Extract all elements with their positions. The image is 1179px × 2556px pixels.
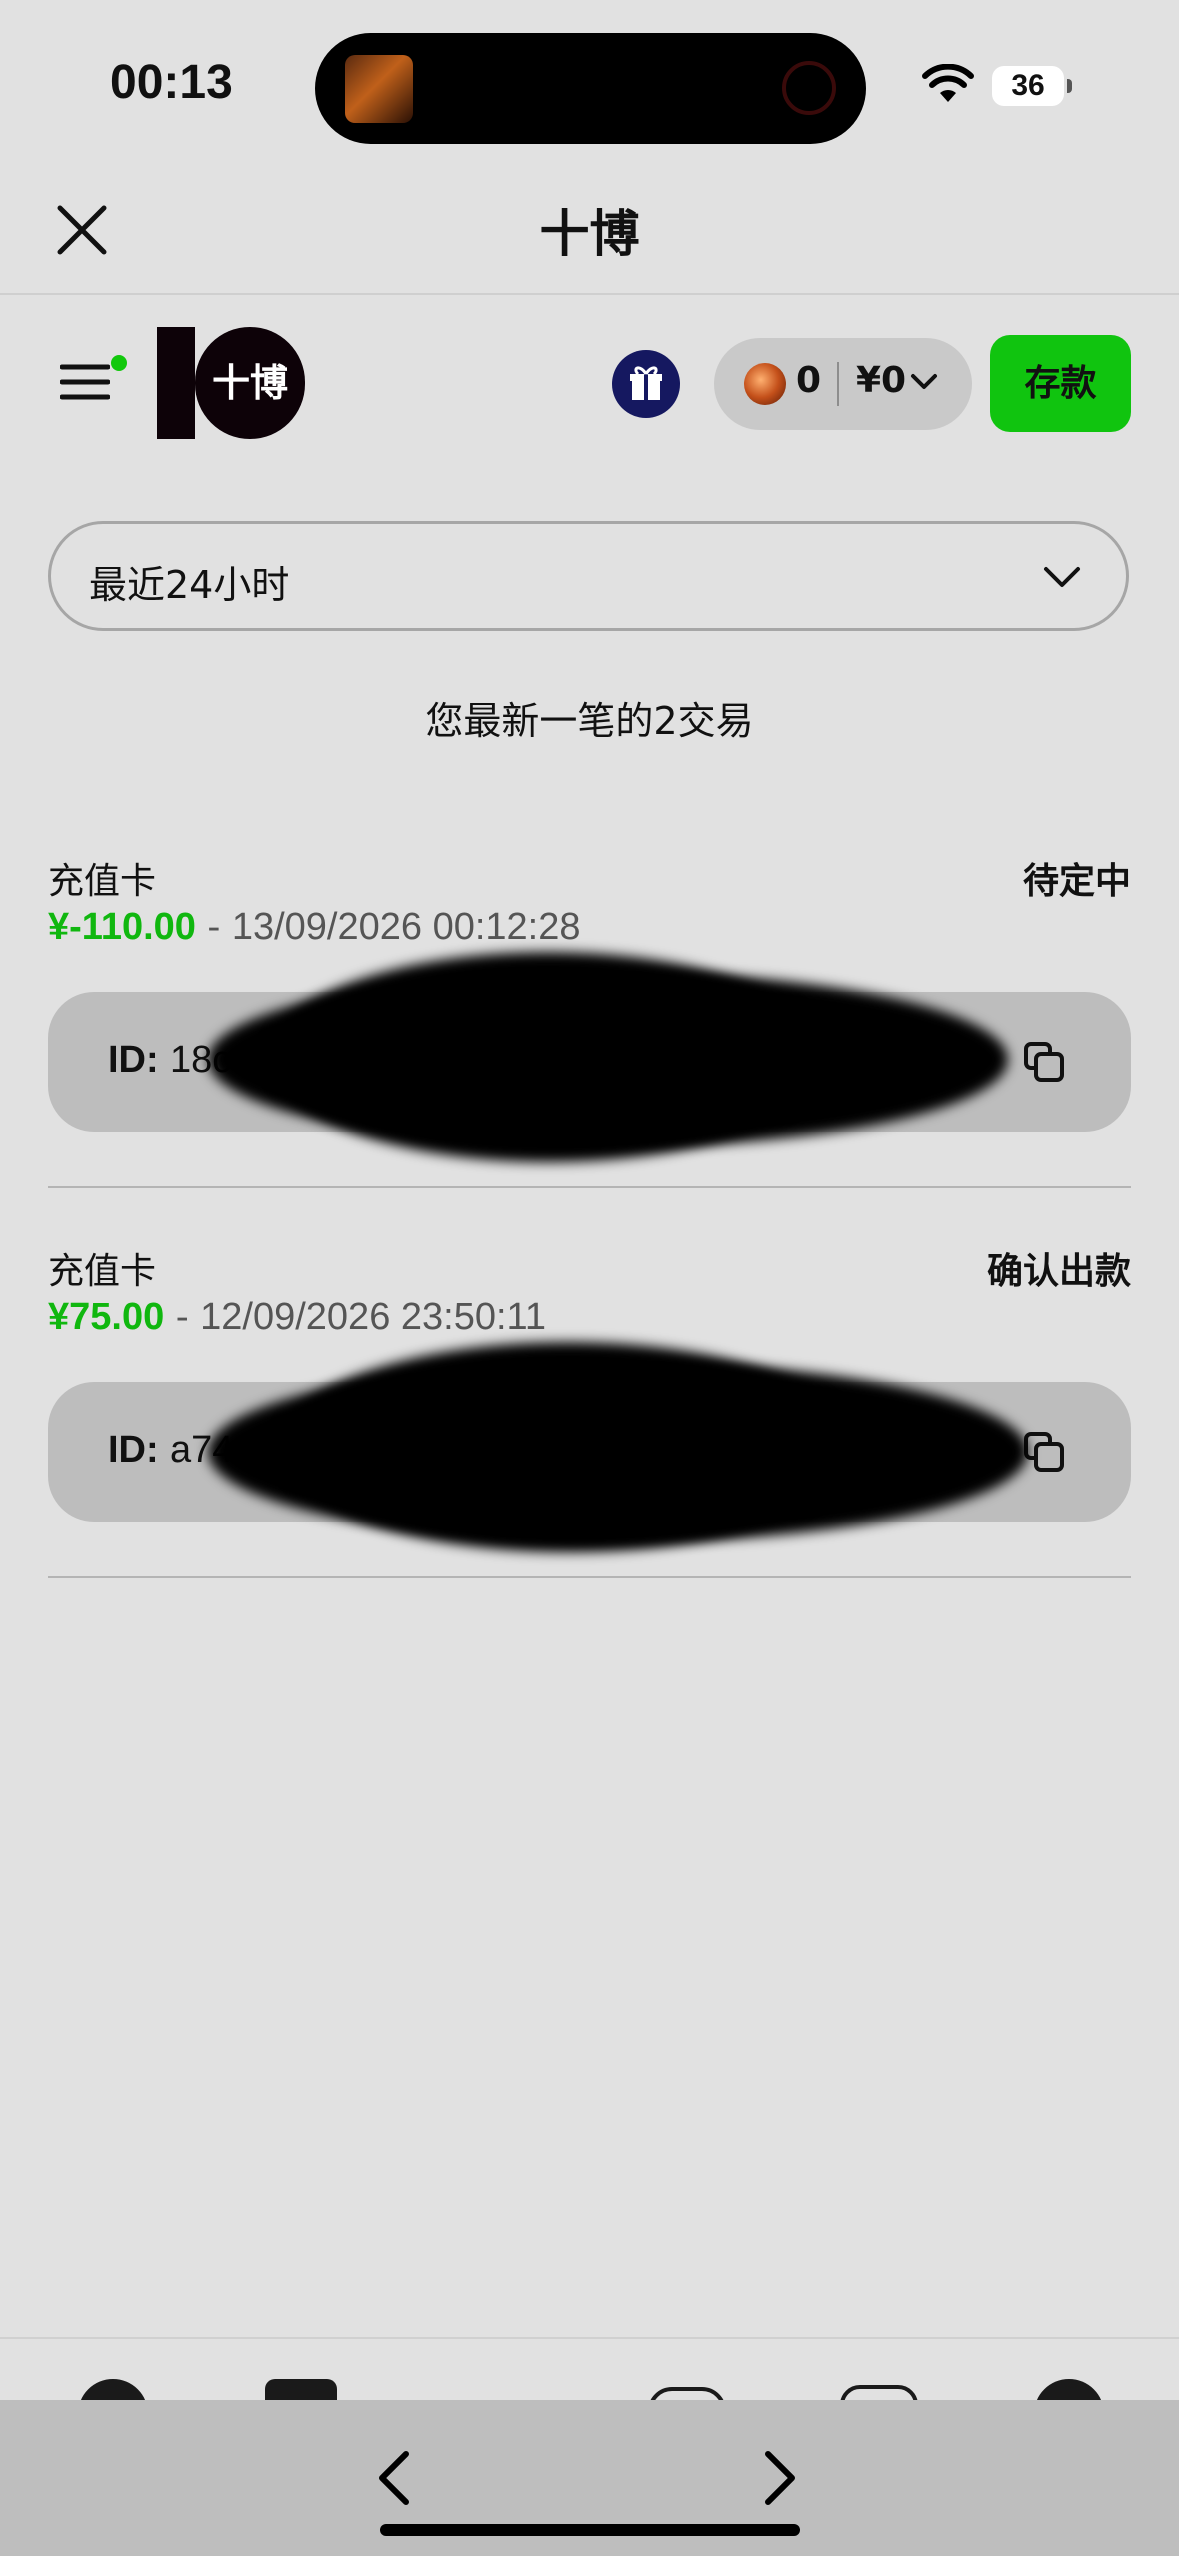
transaction-datetime: 12/09/2026 23:50:11 bbox=[200, 1296, 546, 1338]
coin-count: 0 bbox=[796, 360, 822, 401]
chevron-down-icon bbox=[911, 374, 937, 389]
page-title: 十博 bbox=[539, 205, 640, 263]
divider bbox=[48, 1576, 1131, 1578]
copy-icon[interactable] bbox=[1022, 1040, 1066, 1084]
home-indicator bbox=[380, 2524, 800, 2536]
gift-icon bbox=[630, 366, 662, 400]
divider bbox=[48, 1186, 1131, 1188]
dynamic-island bbox=[315, 33, 866, 144]
deposit-button[interactable]: 存款 bbox=[990, 335, 1131, 432]
transaction-id-label: ID: bbox=[108, 1039, 159, 1081]
browser-toolbar bbox=[0, 2400, 1179, 2556]
wallet-balance: ¥0 bbox=[856, 360, 907, 401]
chevron-down-icon bbox=[1044, 567, 1080, 587]
copy-icon[interactable] bbox=[1022, 1430, 1066, 1474]
tab-icon[interactable] bbox=[78, 2379, 148, 2402]
divider bbox=[0, 293, 1179, 295]
transaction-amount-line: ¥-110.00 - 13/09/2026 00:12:28 bbox=[48, 906, 581, 949]
transaction-amount: ¥-110.00 bbox=[48, 906, 196, 948]
transaction-datetime: 13/09/2026 00:12:28 bbox=[231, 906, 581, 948]
bottom-tab-bar bbox=[0, 2337, 1179, 2402]
logo-bar bbox=[157, 327, 195, 439]
transaction-item: 充值卡 确认出款 ¥75.00 - 12/09/2026 23:50:11 ID… bbox=[48, 1242, 1131, 1632]
menu-icon[interactable] bbox=[60, 362, 110, 402]
wallet-separator bbox=[837, 362, 839, 406]
battery-tip bbox=[1067, 79, 1072, 93]
tab-icon[interactable] bbox=[265, 2379, 337, 2402]
transaction-item: 充值卡 待定中 ¥-110.00 - 13/09/2026 00:12:28 I… bbox=[48, 852, 1131, 1242]
time-range-select[interactable]: 最近24小时 bbox=[48, 521, 1129, 631]
gift-button[interactable] bbox=[612, 350, 680, 418]
notification-dot bbox=[111, 355, 127, 371]
battery-icon: 36 bbox=[992, 66, 1064, 106]
time-range-label: 最近24小时 bbox=[89, 563, 290, 607]
wifi-icon bbox=[922, 64, 974, 102]
redaction-scribble bbox=[268, 952, 828, 1162]
transaction-summary: 您最新一笔的2交易 bbox=[425, 699, 754, 743]
transaction-amount-line: ¥75.00 - 12/09/2026 23:50:11 bbox=[48, 1296, 546, 1339]
forward-arrow-icon[interactable] bbox=[760, 2448, 800, 2508]
tab-icon[interactable] bbox=[1034, 2379, 1104, 2402]
wallet-selector[interactable]: 0 ¥0 bbox=[714, 338, 972, 430]
logo-text: 十博 bbox=[195, 327, 305, 439]
transaction-status: 确认出款 bbox=[986, 1251, 1131, 1292]
coin-icon bbox=[744, 363, 786, 405]
transaction-type: 充值卡 bbox=[48, 1251, 157, 1292]
transaction-separator: - bbox=[207, 907, 221, 948]
now-playing-thumbnail bbox=[345, 55, 413, 123]
transaction-amount: ¥75.00 bbox=[48, 1296, 165, 1338]
transaction-id-label: ID: bbox=[108, 1429, 159, 1471]
transaction-status: 待定中 bbox=[1022, 861, 1131, 902]
status-time: 00:13 bbox=[110, 56, 233, 109]
transaction-separator: - bbox=[175, 1297, 189, 1338]
activity-ring-icon bbox=[782, 61, 836, 115]
redaction-scribble bbox=[278, 1342, 858, 1552]
back-arrow-icon[interactable] bbox=[374, 2448, 414, 2508]
transaction-type: 充值卡 bbox=[48, 861, 157, 902]
logo[interactable]: 十博 bbox=[157, 327, 305, 439]
